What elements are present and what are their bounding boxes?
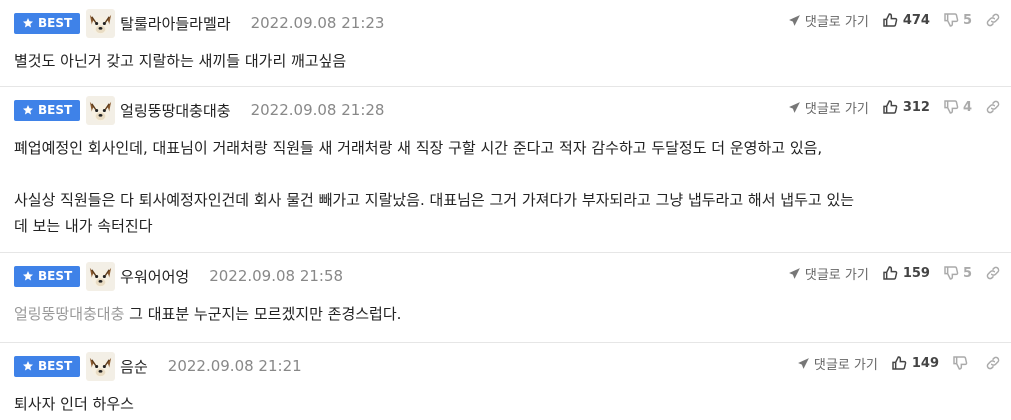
thumbs-up-icon — [882, 12, 898, 28]
go-to-reply-link[interactable]: 댓글로 가기 — [788, 11, 869, 30]
dislike-button[interactable]: 5 — [943, 265, 972, 281]
best-badge-label: BEST — [38, 103, 73, 117]
comment-author[interactable]: 탈룰라아들라멜라 — [120, 13, 230, 34]
like-button[interactable]: 149 — [891, 355, 939, 371]
thumbs-down-icon — [943, 265, 959, 281]
paper-plane-icon — [797, 357, 810, 370]
dislike-count: 5 — [962, 265, 972, 281]
avatar[interactable] — [86, 352, 115, 381]
best-badge: BEST — [14, 99, 81, 121]
go-to-reply-label: 댓글로 가기 — [804, 267, 869, 283]
dislike-count: 4 — [962, 99, 972, 115]
comment-author[interactable]: 우워어어엉 — [120, 266, 189, 287]
like-button[interactable]: 474 — [882, 12, 930, 28]
paper-plane-icon — [788, 14, 801, 27]
thumbs-up-icon — [891, 355, 907, 371]
star-icon — [22, 270, 34, 282]
comment-item: BEST 우워어어엉 2022.09.08 21:58 댓글로 가기 159 5… — [0, 253, 1011, 343]
copy-link-button[interactable] — [985, 265, 1001, 281]
mention-link[interactable]: 얼링뚱땅대충대충 — [14, 305, 124, 323]
best-badge-label: BEST — [38, 16, 73, 30]
thumbs-up-icon — [882, 99, 898, 115]
like-count: 149 — [911, 355, 939, 371]
best-badge-label: BEST — [38, 359, 73, 373]
link-icon — [985, 99, 1001, 115]
go-to-reply-label: 댓글로 가기 — [804, 101, 869, 117]
star-icon — [22, 17, 34, 29]
dislike-count: 5 — [962, 12, 972, 28]
comment-date: 2022.09.08 21:28 — [250, 101, 385, 119]
comment-date: 2022.09.08 21:58 — [209, 267, 344, 285]
comment-text: 폐업예정인 회사인데, 대표님이 거래처랑 직원들 새 거래처랑 새 직장 구할… — [14, 139, 823, 157]
thumbs-down-icon — [943, 12, 959, 28]
copy-link-button[interactable] — [985, 12, 1001, 28]
comment-author[interactable]: 음순 — [120, 356, 148, 377]
best-badge: BEST — [14, 265, 81, 287]
go-to-reply-link[interactable]: 댓글로 가기 — [788, 264, 869, 283]
comment-text: 별것도 아닌거 갖고 지랄하는 새끼들 대가리 깨고싶음 — [14, 52, 347, 70]
go-to-reply-label: 댓글로 가기 — [804, 14, 869, 30]
go-to-reply-label: 댓글로 가기 — [813, 357, 878, 373]
comment-date: 2022.09.08 21:21 — [167, 357, 302, 375]
star-icon — [22, 360, 34, 372]
copy-link-button[interactable] — [985, 99, 1001, 115]
dislike-button[interactable]: 5 — [943, 12, 972, 28]
like-button[interactable]: 312 — [882, 99, 930, 115]
avatar[interactable] — [86, 9, 115, 38]
best-badge: BEST — [14, 355, 81, 377]
like-button[interactable]: 159 — [882, 265, 930, 281]
comment-text: 사실상 직원들은 다 퇴사예정자인건데 회사 물건 빼가고 지랄났음. 대표님은… — [14, 191, 855, 209]
comment-body: 폐업예정인 회사인데, 대표님이 거래처랑 직원들 새 거래처랑 새 직장 구할… — [14, 135, 1001, 239]
avatar[interactable] — [86, 262, 115, 291]
link-icon — [985, 12, 1001, 28]
comment-item: BEST 음순 2022.09.08 21:21 댓글로 가기 149 퇴사자 … — [0, 343, 1011, 420]
comment-body: 얼링뚱땅대충대충 그 대표분 누군지는 모르겠지만 존경스럽다. — [14, 301, 1001, 327]
best-badge: BEST — [14, 12, 81, 34]
thumbs-down-icon — [952, 355, 968, 371]
comment-text: 데 보는 내가 속터진다 — [14, 217, 153, 235]
best-badge-label: BEST — [38, 269, 73, 283]
link-icon — [985, 355, 1001, 371]
link-icon — [985, 265, 1001, 281]
comment-date: 2022.09.08 21:23 — [250, 14, 385, 32]
comment-author[interactable]: 얼링뚱땅대충대충 — [120, 100, 230, 121]
comment-item: BEST 탈룰라아들라멜라 2022.09.08 21:23 댓글로 가기 47… — [0, 0, 1011, 87]
dislike-button[interactable]: 4 — [943, 99, 972, 115]
star-icon — [22, 104, 34, 116]
go-to-reply-link[interactable]: 댓글로 가기 — [797, 354, 878, 373]
comment-text: 퇴사자 인더 하우스 — [14, 395, 134, 413]
like-count: 312 — [902, 99, 930, 115]
comment-item: BEST 얼링뚱땅대충대충 2022.09.08 21:28 댓글로 가기 31… — [0, 87, 1011, 253]
like-count: 474 — [902, 12, 930, 28]
like-count: 159 — [902, 265, 930, 281]
dislike-button[interactable] — [952, 355, 972, 371]
paper-plane-icon — [788, 267, 801, 280]
go-to-reply-link[interactable]: 댓글로 가기 — [788, 98, 869, 117]
comment-body: 퇴사자 인더 하우스 — [14, 391, 1001, 417]
thumbs-up-icon — [882, 265, 898, 281]
avatar[interactable] — [86, 96, 115, 125]
comment-body: 별것도 아닌거 갖고 지랄하는 새끼들 대가리 깨고싶음 — [14, 48, 1001, 74]
paper-plane-icon — [788, 101, 801, 114]
thumbs-down-icon — [943, 99, 959, 115]
comment-text: 그 대표분 누군지는 모르겠지만 존경스럽다. — [124, 305, 402, 323]
copy-link-button[interactable] — [985, 355, 1001, 371]
